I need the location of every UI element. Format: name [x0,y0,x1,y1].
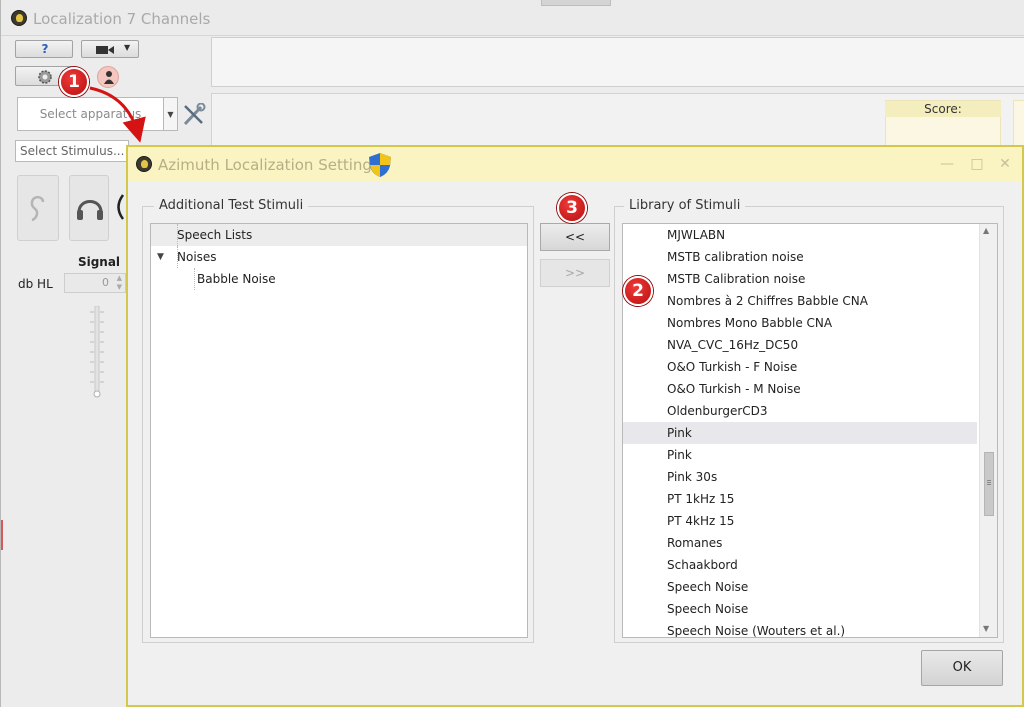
annotation-badge-2: 2 [623,276,653,306]
annotation-arrow [89,86,146,143]
annotation-badge-1: 1 [59,67,89,97]
annotation-badge-3: 3 [557,193,587,223]
